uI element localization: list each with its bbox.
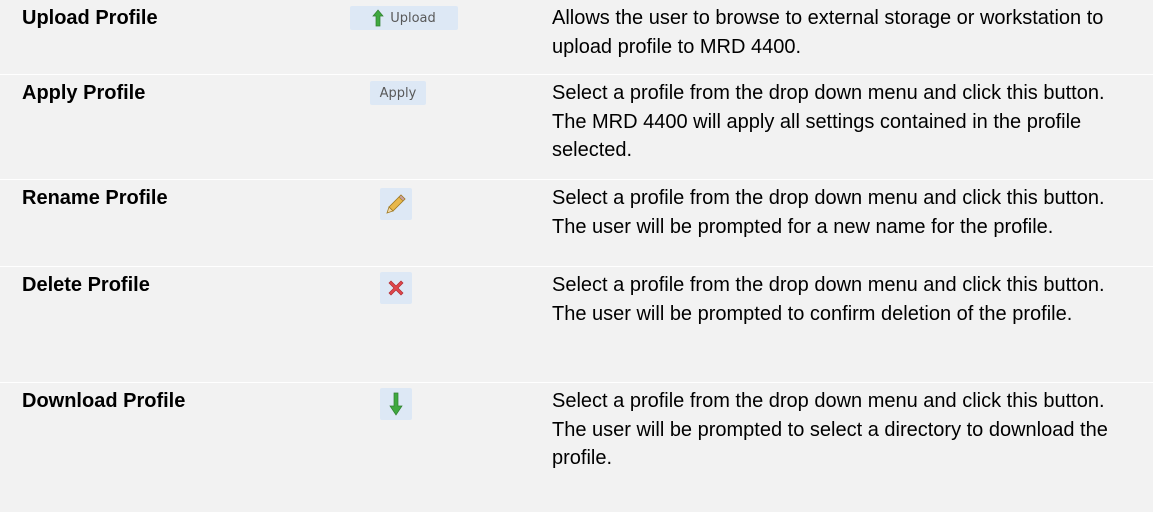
profile-actions-table: Upload Profile Upload Allows the user to… bbox=[0, 0, 1153, 512]
rename-button[interactable] bbox=[380, 188, 412, 220]
table-row-upload: Upload Profile Upload Allows the user to… bbox=[0, 0, 1153, 74]
apply-button[interactable]: Apply bbox=[370, 81, 426, 105]
row-description: Allows the user to browse to external st… bbox=[552, 7, 1104, 58]
row-name: Download Profile bbox=[22, 390, 186, 412]
row-description: Select a profile from the drop down menu… bbox=[552, 390, 1108, 469]
download-button[interactable] bbox=[380, 388, 412, 420]
row-name: Delete Profile bbox=[22, 274, 150, 296]
row-name: Apply Profile bbox=[22, 82, 146, 104]
delete-button[interactable] bbox=[380, 272, 412, 304]
upload-button-label: Upload bbox=[390, 10, 436, 26]
row-description: Select a profile from the drop down menu… bbox=[552, 187, 1105, 238]
table-row-apply: Apply Profile Apply Select a profile fro… bbox=[0, 75, 1153, 179]
row-description: Select a profile from the drop down menu… bbox=[552, 274, 1105, 325]
upload-arrow-icon bbox=[372, 9, 384, 27]
upload-button[interactable]: Upload bbox=[350, 6, 458, 30]
row-name: Upload Profile bbox=[22, 7, 158, 29]
table-row-download: Download Profile Select a profile from t… bbox=[0, 383, 1153, 512]
apply-button-label: Apply bbox=[379, 85, 417, 101]
download-arrow-icon bbox=[389, 392, 403, 416]
pencil-icon bbox=[386, 194, 406, 214]
table-row-rename: Rename Profile Select a profile from the… bbox=[0, 180, 1153, 266]
table-row-delete: Delete Profile Select a profile from the… bbox=[0, 267, 1153, 382]
red-x-icon bbox=[388, 280, 404, 296]
row-description: Select a profile from the drop down menu… bbox=[552, 82, 1105, 161]
row-name: Rename Profile bbox=[22, 187, 168, 209]
